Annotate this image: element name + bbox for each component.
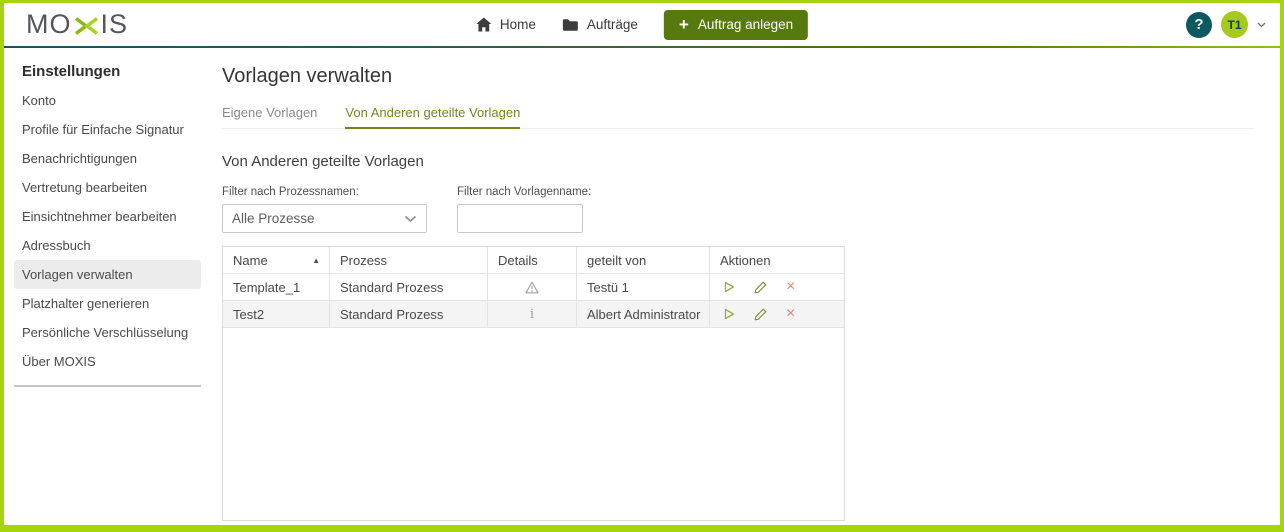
- sidebar-item-platzhalter-generieren[interactable]: Platzhalter generieren: [14, 289, 201, 318]
- column-header-name[interactable]: Name ▲: [223, 247, 330, 273]
- cell-actions: ×: [710, 301, 844, 327]
- play-icon: [724, 308, 735, 320]
- help-icon[interactable]: ?: [1186, 11, 1212, 38]
- template-filter-label: Filter nach Vorlagenname:: [457, 186, 592, 198]
- cell-details: [488, 274, 577, 300]
- cell-process: Standard Prozess: [330, 301, 488, 327]
- column-header-details: Details: [488, 247, 577, 273]
- tab-von-anderen-geteilte-vorlagen[interactable]: Von Anderen geteilte Vorlagen: [345, 105, 521, 129]
- column-header-aktionen: Aktionen: [710, 247, 844, 273]
- sidebar-item-adressbuch[interactable]: Adressbuch: [14, 231, 201, 260]
- edit-template-button[interactable]: [754, 281, 767, 294]
- help-glyph: ?: [1194, 16, 1204, 33]
- avatar[interactable]: T1: [1221, 11, 1248, 38]
- template-filter-group: Filter nach Vorlagenname:: [457, 186, 591, 233]
- moxis-logo: MO IS: [26, 9, 128, 40]
- top-navigation: Home Aufträge + Auftrag anlegen: [476, 9, 809, 40]
- column-header-prozess-label: Prozess: [340, 252, 387, 268]
- create-auftrag-button[interactable]: + Auftrag anlegen: [663, 9, 809, 40]
- nav-home[interactable]: Home: [476, 17, 536, 32]
- home-icon: [476, 17, 492, 32]
- tab-bar: Eigene Vorlagen Von Anderen geteilte Vor…: [222, 105, 1254, 129]
- process-filter-label: Filter nach Prozessnamen:: [222, 186, 359, 198]
- sidebar-item-konto[interactable]: Konto: [14, 86, 201, 115]
- delete-template-button[interactable]: ×: [786, 279, 795, 295]
- sidebar-heading: Einstellungen: [22, 63, 121, 80]
- warning-icon[interactable]: [525, 281, 539, 294]
- play-icon: [724, 281, 735, 293]
- pencil-icon: [754, 281, 767, 293]
- table-header-row: Name ▲ Prozess Details geteilt von Aktio…: [223, 247, 844, 274]
- template-filter-input[interactable]: [457, 204, 583, 233]
- pencil-icon: [754, 308, 767, 320]
- folder-icon: [562, 18, 578, 31]
- cell-process: Standard Prozess: [330, 274, 488, 300]
- sidebar-item-profile-einfache-signatur[interactable]: Profile für Einfache Signatur: [14, 115, 201, 144]
- nav-auftraege[interactable]: Aufträge: [562, 17, 638, 32]
- info-icon[interactable]: i: [530, 307, 534, 322]
- delete-template-button[interactable]: ×: [786, 306, 795, 322]
- settings-sidebar: Einstellungen Konto Profile für Einfache…: [4, 48, 209, 525]
- sidebar-item-ueber-moxis[interactable]: Über MOXIS: [14, 347, 201, 376]
- close-icon: ×: [786, 278, 796, 295]
- tab-eigene-vorlagen[interactable]: Eigene Vorlagen: [222, 105, 317, 128]
- process-name: Standard Prozess: [340, 279, 444, 295]
- section-title: Von Anderen geteilte Vorlagen: [222, 153, 424, 170]
- process-filter-group: Filter nach Prozessnamen: Alle Prozesse: [222, 186, 427, 233]
- app-window: MO IS Home Aufträge + Auftrag anlegen ? …: [0, 0, 1284, 532]
- sidebar-item-vertretung-bearbeiten[interactable]: Vertretung bearbeiten: [14, 173, 201, 202]
- top-right-controls: ? T1: [1186, 11, 1266, 38]
- filter-bar: Filter nach Prozessnamen: Alle Prozesse …: [222, 186, 1254, 233]
- process-filter-select[interactable]: Alle Prozesse: [222, 204, 427, 233]
- edit-template-button[interactable]: [754, 308, 767, 321]
- page-title: Vorlagen verwalten: [222, 65, 393, 87]
- column-header-details-label: Details: [498, 252, 538, 268]
- table-row: Template_1 Standard Prozess Testü 1 ×: [223, 274, 844, 301]
- select-chevron-icon: [404, 215, 417, 223]
- shared-by-name: Albert Administrator: [587, 306, 701, 322]
- shared-by-name: Testü 1: [587, 279, 629, 295]
- template-name: Test2: [233, 306, 265, 322]
- process-name: Standard Prozess: [340, 306, 444, 322]
- close-icon: ×: [786, 305, 796, 322]
- cell-details: i: [488, 301, 577, 327]
- logo-x-icon: [74, 17, 98, 35]
- cell-actions: ×: [710, 274, 844, 300]
- cell-shared-by: Testü 1: [577, 274, 710, 300]
- main-content: Vorlagen verwalten Eigene Vorlagen Von A…: [209, 48, 1280, 525]
- sidebar-item-vorlagen-verwalten[interactable]: Vorlagen verwalten: [14, 260, 201, 289]
- sort-ascending-icon: ▲: [312, 255, 320, 265]
- sidebar-item-einsichtnehmer-bearbeiten[interactable]: Einsichtnehmer bearbeiten: [14, 202, 201, 231]
- sidebar-item-benachrichtigungen[interactable]: Benachrichtigungen: [14, 144, 201, 173]
- avatar-initials: T1: [1227, 17, 1242, 32]
- start-template-button[interactable]: [724, 308, 735, 320]
- logo-text-suffix: IS: [100, 9, 129, 39]
- process-filter-selected-value: Alle Prozesse: [232, 211, 315, 226]
- chevron-down-icon: [1257, 22, 1266, 27]
- cell-shared-by: Albert Administrator: [577, 301, 710, 327]
- table-row: Test2 Standard Prozess i Albert Administ…: [223, 301, 844, 328]
- nav-auftraege-label: Aufträge: [586, 17, 638, 32]
- user-menu-chevron[interactable]: [1257, 22, 1266, 28]
- shared-templates-table: Name ▲ Prozess Details geteilt von Aktio…: [222, 246, 845, 521]
- column-header-aktionen-label: Aktionen: [720, 252, 771, 268]
- column-header-geteilt-von: geteilt von: [577, 247, 710, 273]
- sidebar-divider: [14, 385, 201, 387]
- cell-name: Test2: [223, 301, 330, 327]
- column-header-prozess[interactable]: Prozess: [330, 247, 488, 273]
- top-bar: MO IS Home Aufträge + Auftrag anlegen ? …: [4, 3, 1280, 46]
- create-auftrag-label: Auftrag anlegen: [697, 17, 794, 32]
- logo-text-prefix: MO: [26, 9, 72, 39]
- column-header-geteilt-von-label: geteilt von: [587, 252, 647, 268]
- cell-name: Template_1: [223, 274, 330, 300]
- start-template-button[interactable]: [724, 281, 735, 293]
- nav-home-label: Home: [499, 17, 536, 32]
- sidebar-item-persoenliche-verschluesselung[interactable]: Persönliche Verschlüsselung: [14, 318, 201, 347]
- column-header-name-label: Name: [233, 252, 268, 268]
- plus-icon: +: [678, 15, 689, 34]
- template-name: Template_1: [233, 279, 301, 295]
